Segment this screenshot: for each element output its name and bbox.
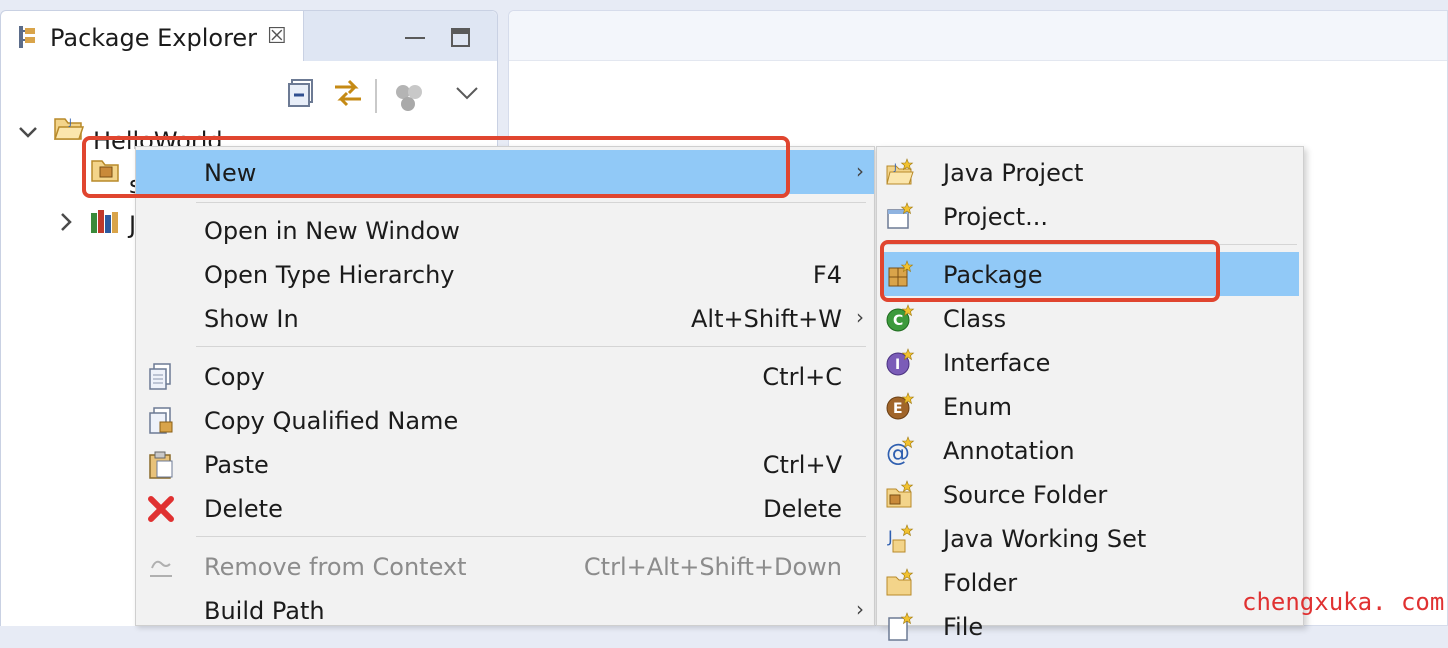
file-icon [888, 612, 914, 641]
toolbar-separator [375, 79, 377, 113]
menu-item-label: Delete [204, 495, 283, 523]
menu-item-open-in-new-window[interactable]: Open in New Window [136, 208, 874, 252]
view-menu-icon[interactable] [455, 85, 479, 101]
menu-item-build-path[interactable]: Build Path › [136, 588, 874, 632]
submenu-arrow-icon: › [856, 597, 864, 621]
source-folder-icon [886, 480, 914, 508]
submenu-item-label: Project... [943, 203, 1048, 231]
remove-context-icon [150, 560, 172, 577]
chevron-down-icon[interactable] [17, 121, 39, 143]
menu-item-label: Build Path [204, 597, 325, 625]
menu-separator [196, 202, 866, 203]
menu-item-delete[interactable]: Delete Delete [136, 486, 874, 530]
new-submenu: J Java Project Project... Package C Clas… [876, 146, 1304, 641]
folder-icon [886, 568, 914, 596]
svg-text:I: I [895, 357, 900, 373]
package-explorer-icon [19, 26, 35, 48]
close-view-icon[interactable]: ☒ [267, 24, 287, 49]
submenu-item-java-working-set[interactable]: J Java Working Set [877, 516, 1303, 560]
editor-tab-strip [509, 11, 1447, 61]
submenu-item-class[interactable]: C Class [877, 296, 1303, 340]
watermark-text: chengxuka. com [1242, 588, 1445, 616]
menu-item-copy[interactable]: Copy Ctrl+C [136, 354, 874, 398]
svg-text:J: J [893, 163, 897, 173]
menu-item-label: Open Type Hierarchy [204, 261, 455, 289]
working-set-icon: J [887, 524, 914, 553]
view-tab-bar: Package Explorer ☒ [1, 11, 497, 61]
submenu-item-file[interactable]: File [877, 604, 1303, 648]
menu-item-label: Paste [204, 451, 269, 479]
menu-item-open-type-hierarchy[interactable]: Open Type Hierarchy F4 [136, 252, 874, 296]
submenu-item-label: File [943, 613, 984, 641]
menu-item-shortcut: F4 [812, 261, 842, 289]
menu-item-label: Remove from Context [204, 553, 467, 581]
menu-separator [196, 346, 866, 347]
link-with-editor-icon[interactable] [331, 75, 365, 109]
project-icon [887, 202, 914, 229]
menu-separator [196, 536, 866, 537]
menu-item-shortcut: Ctrl+V [762, 451, 842, 479]
submenu-item-annotation[interactable]: @ Annotation [877, 428, 1303, 472]
svg-text:C: C [893, 313, 903, 329]
submenu-item-source-folder[interactable]: Source Folder [877, 472, 1303, 516]
submenu-item-label: Source Folder [943, 481, 1108, 509]
menu-item-paste[interactable]: Paste Ctrl+V [136, 442, 874, 486]
interface-icon: I [886, 348, 915, 376]
svg-text:J: J [887, 527, 893, 546]
menu-item-shortcut: Alt+Shift+W [691, 305, 842, 333]
focus-task-icon[interactable] [393, 83, 425, 113]
menu-item-remove-from-context[interactable]: Remove from Context Ctrl+Alt+Shift+Down [136, 544, 874, 588]
java-project-icon: J [886, 158, 914, 185]
delete-icon [148, 496, 174, 522]
submenu-item-project[interactable]: Project... [877, 194, 1303, 238]
submenu-arrow-icon: › [856, 305, 864, 329]
submenu-item-label: Class [943, 305, 1007, 333]
menu-item-copy-qualified-name[interactable]: Copy Qualified Name [136, 398, 874, 442]
svg-text:E: E [893, 401, 903, 417]
submenu-item-enum[interactable]: E Enum [877, 384, 1303, 428]
context-menu: New › Open in New Window Open Type Hiera… [135, 146, 875, 626]
submenu-item-label: Annotation [943, 437, 1075, 465]
view-title: Package Explorer [50, 24, 258, 52]
copy-qualified-name-icon [149, 407, 173, 434]
minimize-view-button[interactable] [405, 33, 425, 39]
submenu-item-interface[interactable]: I Interface [877, 340, 1303, 384]
package-explorer-tab[interactable]: Package Explorer ☒ [1, 11, 304, 61]
menu-item-shortcut: Ctrl+Alt+Shift+Down [583, 553, 842, 581]
menu-item-label: Open in New Window [204, 217, 460, 245]
submenu-item-label: Interface [943, 349, 1051, 377]
submenu-arrow-icon: › [856, 159, 864, 183]
chevron-right-icon[interactable] [57, 211, 75, 233]
library-icon [91, 210, 118, 233]
svg-text:J: J [68, 118, 72, 128]
submenu-item-java-project[interactable]: J Java Project [877, 150, 1303, 194]
project-folder-icon: J [53, 118, 85, 140]
highlight-box-package [880, 240, 1220, 302]
copy-icon [149, 363, 171, 390]
menu-item-label: Copy Qualified Name [204, 407, 459, 435]
submenu-item-label: Enum [943, 393, 1012, 421]
menu-item-shortcut: Ctrl+C [762, 363, 842, 391]
submenu-item-label: Java Project [943, 159, 1084, 187]
collapse-all-icon[interactable] [287, 77, 317, 107]
menu-item-label: Copy [204, 363, 265, 391]
menu-item-label: Show In [204, 305, 299, 333]
maximize-view-button[interactable] [451, 28, 470, 47]
class-icon: C [886, 304, 915, 332]
submenu-item-folder[interactable]: Folder [877, 560, 1303, 604]
menu-item-show-in[interactable]: Show In Alt+Shift+W › [136, 296, 874, 340]
submenu-item-label: Java Working Set [943, 525, 1147, 553]
annotation-icon: @ [886, 436, 915, 466]
paste-icon [149, 451, 173, 479]
submenu-item-label: Folder [943, 569, 1018, 597]
menu-item-shortcut: Delete [763, 495, 842, 523]
highlight-box-new [82, 136, 790, 198]
enum-icon: E [886, 392, 915, 420]
